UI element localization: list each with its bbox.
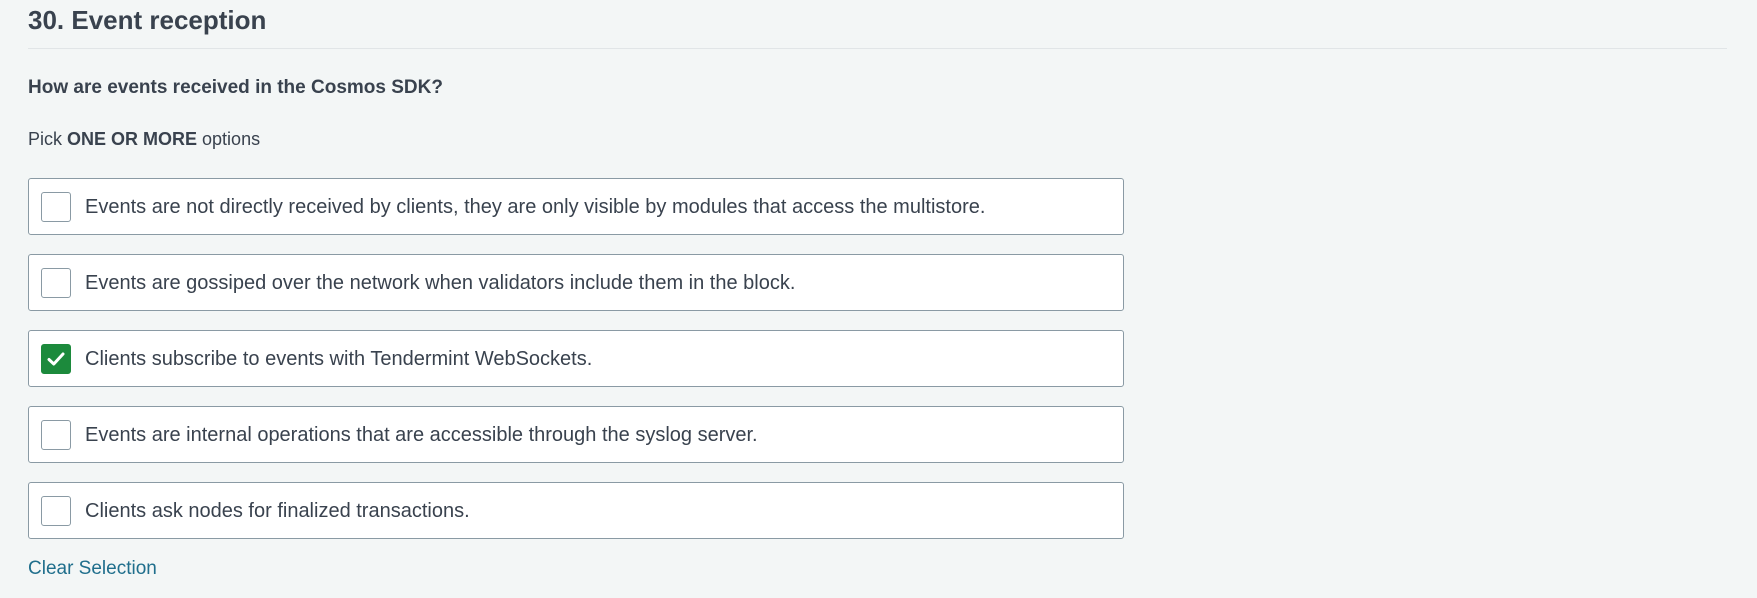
clear-selection-link[interactable]: Clear Selection bbox=[28, 557, 157, 581]
instruction-prefix: Pick bbox=[28, 129, 68, 149]
title-divider bbox=[28, 48, 1727, 49]
options-list: Events are not directly received by clie… bbox=[28, 178, 1124, 558]
instruction-text: Pick ONE OR MORE options bbox=[28, 127, 260, 151]
option-3-label: Clients subscribe to events with Tenderm… bbox=[85, 348, 593, 370]
option-4[interactable]: Events are internal operations that are … bbox=[28, 406, 1124, 463]
option-1-label: Events are not directly received by clie… bbox=[85, 196, 986, 218]
option-3-checkbox[interactable] bbox=[41, 344, 71, 374]
option-4-checkbox[interactable] bbox=[41, 420, 71, 450]
option-2-checkbox[interactable] bbox=[41, 268, 71, 298]
option-2[interactable]: Events are gossiped over the network whe… bbox=[28, 254, 1124, 311]
option-4-label: Events are internal operations that are … bbox=[85, 424, 758, 446]
option-5-checkbox[interactable] bbox=[41, 496, 71, 526]
question-title: 30. Event reception bbox=[28, 5, 267, 35]
option-3[interactable]: Clients subscribe to events with Tenderm… bbox=[28, 330, 1124, 387]
instruction-emphasis: ONE OR MORE bbox=[67, 129, 198, 149]
instruction-suffix: options bbox=[197, 129, 261, 149]
option-2-label: Events are gossiped over the network whe… bbox=[85, 272, 796, 294]
option-1[interactable]: Events are not directly received by clie… bbox=[28, 178, 1124, 235]
checkmark-icon bbox=[47, 352, 65, 366]
option-5-label: Clients ask nodes for finalized transact… bbox=[85, 500, 470, 522]
option-5[interactable]: Clients ask nodes for finalized transact… bbox=[28, 482, 1124, 539]
option-1-checkbox[interactable] bbox=[41, 192, 71, 222]
question-text: How are events received in the Cosmos SD… bbox=[28, 77, 443, 98]
